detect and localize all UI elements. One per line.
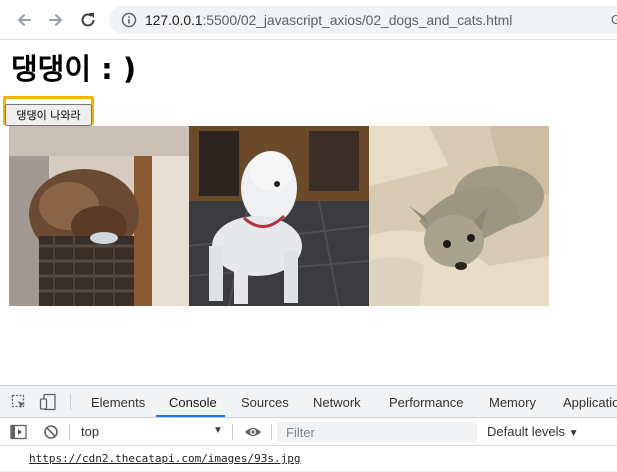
active-tab-indicator bbox=[156, 415, 225, 417]
toolbar-divider bbox=[271, 424, 272, 440]
url-path: :5500/02_javascript_axios/02_dogs_and_ca… bbox=[202, 12, 513, 28]
page-title: 댕댕이 : ) bbox=[11, 52, 137, 86]
back-button[interactable] bbox=[12, 8, 36, 32]
google-icon[interactable]: G bbox=[611, 12, 617, 27]
context-dropdown-arrow-icon[interactable]: ▼ bbox=[213, 425, 223, 436]
forward-button[interactable] bbox=[44, 8, 68, 32]
browser-toolbar: 127.0.0.1:5500/02_javascript_axios/02_do… bbox=[0, 0, 617, 40]
context-selector[interactable]: top bbox=[81, 424, 99, 439]
filter-placeholder: Filter bbox=[286, 425, 315, 440]
log-levels-dropdown[interactable]: Default levels ▼ bbox=[487, 424, 579, 439]
console-message: https://cdn2.thecatapi.com/images/93s.jp… bbox=[0, 446, 617, 472]
console-toolbar: top ▼ Filter Default levels ▼ bbox=[0, 418, 617, 446]
dog-image-2 bbox=[189, 126, 369, 306]
toolbar-divider bbox=[69, 424, 70, 440]
tab-memory[interactable]: Memory bbox=[489, 395, 536, 410]
reload-icon bbox=[81, 13, 95, 27]
devtools-tabbar: Elements Console Sources Network Perform… bbox=[0, 386, 617, 418]
device-toolbar-icon[interactable] bbox=[39, 393, 57, 411]
dog-image-1 bbox=[9, 126, 189, 306]
filter-input[interactable]: Filter bbox=[277, 422, 477, 442]
log-levels-label: Default levels bbox=[487, 424, 566, 439]
tab-performance[interactable]: Performance bbox=[389, 395, 463, 410]
url-host: 127.0.0.1 bbox=[145, 12, 203, 28]
dog-image-3 bbox=[369, 126, 549, 306]
tab-network[interactable]: Network bbox=[313, 395, 361, 410]
inspect-element-icon[interactable] bbox=[11, 394, 27, 410]
tab-console[interactable]: Console bbox=[169, 395, 217, 410]
eye-icon[interactable] bbox=[244, 425, 262, 439]
address-bar[interactable]: 127.0.0.1:5500/02_javascript_axios/02_do… bbox=[109, 6, 617, 34]
info-icon[interactable] bbox=[121, 12, 137, 28]
tab-elements[interactable]: Elements bbox=[91, 395, 145, 410]
chevron-down-icon: ▼ bbox=[568, 428, 579, 439]
arrow-right-icon bbox=[49, 14, 63, 26]
tab-application[interactable]: Applicatio bbox=[563, 395, 617, 410]
toolbar-divider bbox=[70, 394, 71, 410]
console-log-link[interactable]: https://cdn2.thecatapi.com/images/93s.jp… bbox=[29, 452, 301, 465]
url-text[interactable]: 127.0.0.1:5500/02_javascript_axios/02_do… bbox=[145, 12, 512, 28]
devtools-panel: Elements Console Sources Network Perform… bbox=[0, 385, 617, 472]
arrow-left-icon bbox=[17, 14, 31, 26]
reload-button[interactable] bbox=[76, 8, 100, 32]
show-dogs-button[interactable]: 댕댕이 나와라 bbox=[5, 104, 92, 126]
sidebar-toggle-icon[interactable] bbox=[10, 424, 27, 440]
clear-console-icon[interactable] bbox=[43, 424, 59, 440]
toolbar-divider bbox=[232, 424, 233, 440]
tab-sources[interactable]: Sources bbox=[241, 395, 289, 410]
